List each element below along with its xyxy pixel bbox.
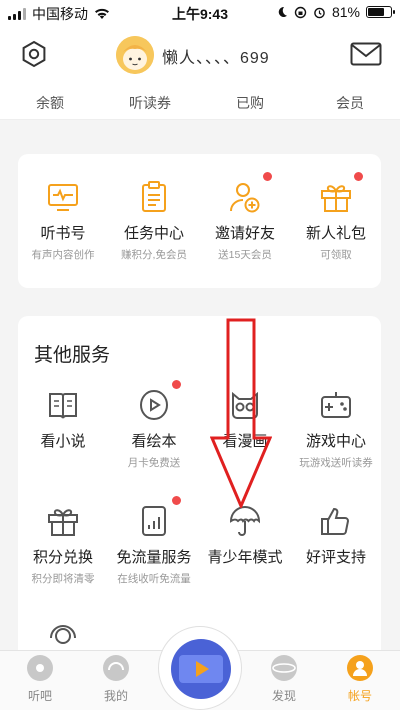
user-icon (347, 655, 373, 681)
balance-tab[interactable]: 余额 (15, 93, 85, 113)
item-label: 好评支持 (305, 549, 366, 566)
headset-icon (50, 625, 76, 644)
sim-card-icon (142, 506, 166, 536)
free-data-item[interactable]: 免流量服务 在线收听免流量 (109, 496, 199, 586)
item-sublabel: 可领取 (320, 249, 352, 261)
membership-tab[interactable]: 会员 (315, 93, 385, 113)
thumbs-up-icon (321, 507, 350, 535)
section-title: 其他服务 (34, 345, 111, 366)
clipboard-icon (142, 181, 166, 212)
teen-mode-item[interactable]: 青少年模式 (200, 504, 290, 571)
username[interactable]: 懒人、、、、699 (162, 44, 270, 68)
status-bar: 中国移动 上午9:43 81% (0, 0, 400, 26)
item-sublabel: 玩游戏送听读券 (299, 457, 373, 469)
purchased-tab[interactable]: 已购 (215, 93, 285, 113)
item-sublabel: 有声内容创作 (31, 249, 95, 261)
avatar-face-icon (116, 36, 154, 74)
item-sublabel: 积分即将清零 (31, 573, 95, 585)
nav-label: 我的 (103, 689, 128, 703)
moon-icon (278, 6, 287, 17)
settings-icon[interactable] (20, 40, 48, 68)
task-center-item[interactable]: 任务中心 赚积分,免会员 (109, 180, 199, 262)
nav-item-mine[interactable]: 我的 (86, 655, 146, 704)
voucher-tab[interactable]: 听读券 (115, 93, 185, 113)
item-label: 积分兑换 (32, 549, 93, 566)
item-label: 邀请好友 (214, 225, 275, 242)
points-exchange-item[interactable]: 积分兑换 积分即将清零 (18, 504, 108, 586)
nav-label: 发现 (271, 689, 296, 703)
play-tv-icon (171, 639, 231, 699)
notification-dot (172, 496, 181, 505)
book-icon (49, 393, 77, 419)
battery-percent: 81% (331, 4, 360, 20)
gift-icon (321, 185, 351, 212)
rotation-lock-icon (294, 6, 307, 18)
item-label: 免流量服务 (116, 549, 192, 566)
annotation-arrow-icon (210, 318, 272, 508)
item-label: 游戏中心 (305, 433, 366, 450)
add-user-icon (230, 183, 260, 213)
alarm-icon (314, 7, 325, 18)
nav-label: 听吧 (27, 689, 52, 703)
item-sublabel: 送15天会员 (218, 249, 272, 261)
notification-dot (172, 380, 181, 389)
planet-icon (271, 655, 297, 681)
picture-book-item[interactable]: 看绘本 月卡免费送 (109, 380, 199, 470)
nav-item-listen[interactable]: 听吧 (10, 655, 70, 704)
other-services-card: 其他服务 看小说 看绘本 月卡免费送 看漫画 游戏中心 玩游戏送听读券 积分兑换… (18, 316, 381, 676)
read-novel-item[interactable]: 看小说 (18, 388, 108, 455)
item-label: 听书号 (40, 225, 86, 242)
good-review-item[interactable]: 好评支持 (291, 504, 381, 571)
profile-header: 懒人、、、、699 (0, 26, 400, 86)
quick-actions-card: 听书号 有声内容创作 任务中心 赚积分,免会员 邀请好友 送15天会员 新人礼包… (18, 154, 381, 288)
customer-service-item[interactable] (18, 618, 108, 652)
notification-dot (354, 172, 363, 181)
notification-dot (263, 172, 272, 181)
item-label: 新人礼包 (305, 225, 366, 242)
monitor-icon (48, 184, 78, 211)
disc-icon (27, 655, 53, 681)
audiobook-account-item[interactable]: 听书号 有声内容创作 (18, 180, 108, 262)
item-sublabel: 赚积分,免会员 (121, 249, 187, 261)
umbrella-icon (229, 506, 261, 536)
item-label: 看小说 (40, 433, 86, 450)
play-bubble-icon (139, 389, 169, 421)
item-sublabel: 月卡免费送 (127, 457, 181, 469)
nav-item-account[interactable]: 帐号 (330, 655, 390, 704)
gamepad-icon (321, 392, 351, 418)
account-stats-row: 余额 听读券 已购 会员 (0, 86, 400, 120)
item-label: 青少年模式 (207, 549, 283, 566)
item-label: 任务中心 (123, 225, 184, 242)
nav-item-discover[interactable]: 发现 (254, 655, 314, 704)
nav-label: 帐号 (347, 689, 372, 703)
invite-friends-item[interactable]: 邀请好友 送15天会员 (200, 172, 290, 262)
mail-icon[interactable] (350, 42, 382, 66)
item-label: 看绘本 (131, 433, 177, 450)
newbie-gift-item[interactable]: 新人礼包 可领取 (291, 172, 381, 262)
center-play-button[interactable] (158, 626, 242, 710)
item-sublabel: 在线收听免流量 (117, 573, 191, 585)
headphone-icon (103, 655, 129, 681)
avatar[interactable] (116, 36, 154, 74)
gift-outline-icon (48, 509, 78, 536)
battery-icon (366, 6, 395, 18)
game-center-item[interactable]: 游戏中心 玩游戏送听读券 (291, 388, 381, 470)
